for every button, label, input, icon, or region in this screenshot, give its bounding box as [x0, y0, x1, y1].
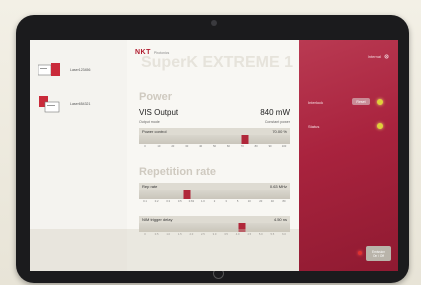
nim-delay-value: 4.50 ns: [273, 217, 287, 222]
tick-label: 3: [225, 200, 227, 203]
power-control-header: Power control 70.00 %: [139, 128, 290, 135]
camera-icon: [211, 20, 217, 26]
tablet-frame: Laser123456 Laser654321 NKT Photonics Su…: [16, 15, 409, 283]
rep-rate-slider[interactable]: [139, 190, 290, 199]
bottom-shade: [30, 229, 299, 271]
tick-label: 0: [144, 145, 146, 148]
device-label: Laser654321: [70, 102, 91, 106]
tick-label: 10: [247, 200, 251, 203]
power-slider[interactable]: [139, 135, 290, 144]
output-mode-label: Output mode: [139, 120, 160, 124]
vis-output-label: VIS Output: [139, 108, 179, 117]
device-label: Laser123456: [70, 68, 91, 72]
tick-label: 20: [171, 145, 175, 148]
tick-label: 1.0: [201, 200, 205, 203]
tick-label: 10: [157, 145, 161, 148]
device-item-1[interactable]: Laser123456: [38, 62, 90, 78]
rep-rate-control: Rep rate 0.63 MHz 0.1 0.2 0.3 0.5 0.63 1.0 2 3 5…: [139, 183, 290, 205]
tick-label: 5: [236, 200, 239, 203]
vis-output-value: 840 mW: [260, 108, 290, 117]
emission-sublabel: On / Off: [372, 253, 385, 258]
tick-label: 40: [270, 200, 274, 203]
status-indicator: [377, 123, 383, 129]
internal-label: Internal: [367, 54, 381, 59]
gear-icon: [384, 54, 389, 59]
interlock-label: Interlock: [308, 100, 324, 105]
tick-label: 50: [213, 145, 216, 148]
tick-label: 70: [240, 145, 244, 148]
interlock-reset-button[interactable]: Reset: [352, 98, 370, 105]
tick-label: 0.63: [188, 200, 194, 203]
rep-rate-header: Rep rate 0.63 MHz: [139, 183, 290, 190]
internal-indicator: Internal: [368, 54, 389, 59]
nim-delay-label: NIM trigger delay: [142, 217, 173, 222]
tick-label: 0.5: [177, 200, 182, 203]
rep-rate-value: 0.63 MHz: [269, 184, 287, 189]
product-watermark: SuperK EXTREME 1: [140, 54, 293, 71]
tick-label: 90: [268, 145, 272, 148]
tick-label: 20: [259, 200, 263, 203]
power-ticks: 0 10 20 30 40 50 60 70 80 90 100: [139, 144, 290, 150]
laser-device-icon: [38, 63, 60, 76]
output-mode-value: Constant power: [264, 120, 290, 124]
app-screen: Laser123456 Laser654321 NKT Photonics Su…: [30, 40, 398, 271]
rep-rate-ticks: 0.1 0.2 0.3 0.5 0.63 1.0 2 3 5 10 20 40 80: [139, 199, 290, 205]
device-item-2[interactable]: Laser654321: [38, 94, 90, 114]
tick-label: 0.2: [154, 200, 159, 203]
status-panel: Internal Interlock Reset Status Emission…: [299, 40, 398, 271]
tick-label: 30: [185, 145, 189, 148]
tick-label: 100: [281, 145, 287, 148]
vis-output-row[interactable]: VIS Output 840 mW: [139, 108, 290, 117]
status-label: Status: [308, 124, 320, 129]
laser-device-icon: [39, 96, 60, 113]
tick-label: 80: [282, 200, 286, 203]
tick-label: 80: [254, 145, 258, 148]
tick-label: 0.3: [166, 200, 171, 203]
emission-indicator: [358, 251, 362, 255]
power-slider-knob[interactable]: [241, 135, 249, 144]
rep-rate-slider-knob[interactable]: [183, 190, 191, 199]
emission-button[interactable]: Emission On / Off: [366, 246, 391, 261]
tick-label: 2: [213, 200, 216, 203]
tick-label: 60: [226, 145, 230, 148]
rep-rate-label: Rep rate: [142, 184, 158, 189]
tick-label: 0.1: [143, 200, 147, 203]
power-control-value: 70.00 %: [272, 129, 287, 134]
power-title: Power: [139, 91, 173, 103]
output-mode-row[interactable]: Output mode Constant power: [139, 120, 290, 124]
nim-delay-header: NIM trigger delay 4.50 ns: [139, 216, 290, 223]
power-control-label: Power control: [142, 129, 167, 134]
interlock-indicator: [377, 99, 383, 105]
tick-label: 40: [199, 145, 203, 148]
power-control: Power control 70.00 % 0 10 20 30 40 50 60 70 80 9…: [139, 128, 290, 150]
repetition-title: Repetition rate: [139, 166, 217, 178]
